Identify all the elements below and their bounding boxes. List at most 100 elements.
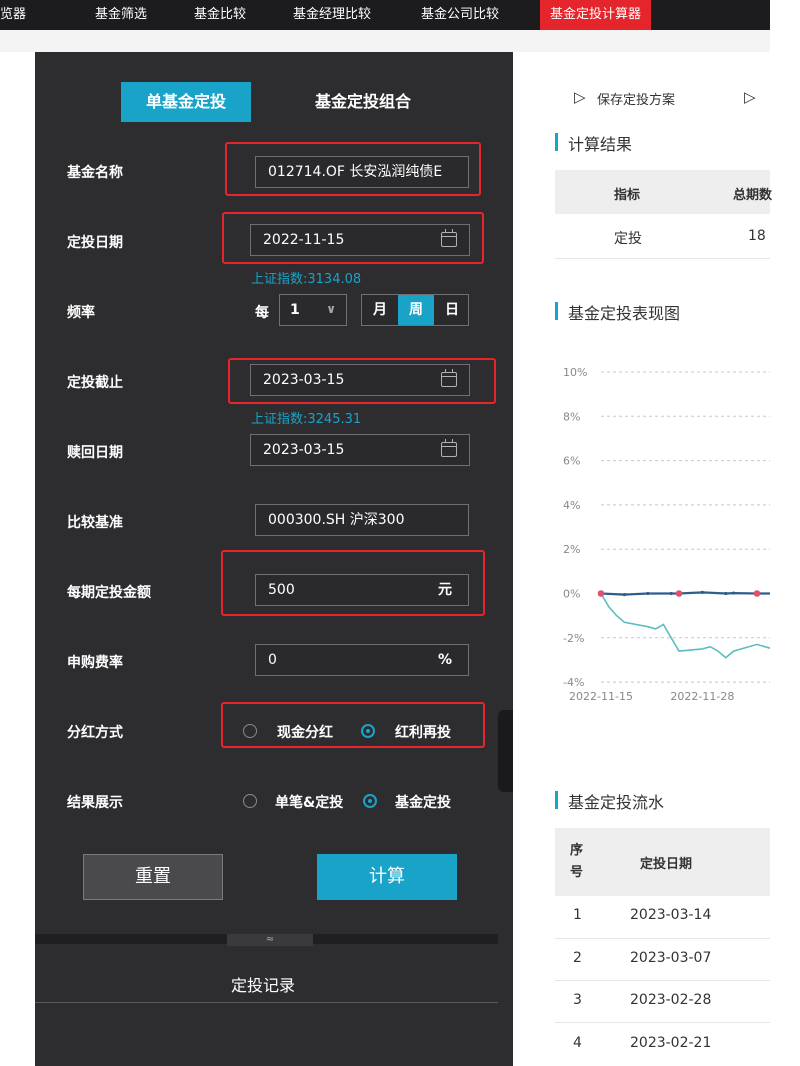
highlight-fund-name	[225, 142, 481, 196]
section-accent-bar	[555, 302, 558, 320]
top-strip	[0, 30, 770, 52]
section-accent-bar	[555, 791, 558, 809]
redeem-date-input[interactable]: 2023-03-15	[250, 434, 470, 466]
y-tick-label: -4%	[563, 676, 584, 689]
start-index-hint: 上证指数:3134.08	[251, 272, 362, 287]
row-divider	[555, 1022, 770, 1023]
reset-button[interactable]: 重置	[83, 854, 223, 900]
x-tick-label: 2022-11-15	[569, 690, 633, 703]
panel-splitter-handle[interactable]	[498, 710, 513, 792]
benchmark-value: 000300.SH 沪深300	[268, 512, 405, 528]
nav-item-sip-calculator[interactable]: 基金定投计算器	[540, 0, 652, 30]
y-tick-label: 2%	[563, 543, 580, 556]
end-index-hint: 上证指数:3245.31	[251, 412, 362, 427]
fund-name-label: 基金名称	[67, 165, 123, 181]
tab-fund-portfolio[interactable]: 基金定投组合	[293, 82, 433, 122]
flow-row-seq: 2	[573, 950, 582, 966]
fee-label: 申购费率	[67, 655, 123, 671]
nav-item-manager-compare[interactable]: 基金经理比较	[293, 0, 371, 30]
start-date-label: 定投日期	[67, 235, 123, 251]
flow-row-date: 2023-03-14	[630, 907, 712, 923]
frequency-prefix: 每	[255, 305, 269, 321]
fee-input[interactable]: 0 %	[255, 644, 469, 676]
flow-row-date: 2023-02-21	[630, 1035, 712, 1051]
frequency-count-value: 1	[290, 302, 300, 318]
sip-performance-chart: 10% 8% 6% 4% 2% 0% -2% -4%2022-11-15 2022-11-28	[563, 366, 770, 703]
freq-unit-month[interactable]: 月	[362, 295, 398, 325]
nav-item-browser[interactable]: 览器	[0, 0, 26, 30]
highlight-start-date	[222, 212, 484, 264]
benchmark-label: 比较基准	[67, 515, 123, 531]
play-icon: ▷	[574, 88, 586, 106]
collapse-handle[interactable]: ≈	[227, 934, 313, 946]
section-accent-bar	[555, 133, 558, 151]
fee-value: 0	[268, 652, 277, 668]
radio-fund-sip[interactable]	[363, 794, 377, 808]
y-tick-label: -2%	[563, 632, 584, 645]
y-tick-label: 8%	[563, 410, 580, 423]
benchmark-point	[724, 591, 728, 596]
flow-row-seq: 1	[573, 907, 582, 923]
flow-row-date: 2023-03-07	[630, 950, 712, 966]
play-icon: ▷	[744, 88, 756, 106]
display-label: 结果展示	[67, 795, 123, 811]
record-divider	[35, 1002, 498, 1003]
highlight-dividend	[221, 702, 485, 748]
fee-unit: %	[437, 652, 452, 668]
sip-record-title[interactable]: 定投记录	[231, 972, 295, 996]
chevron-down-icon: ∨	[326, 302, 336, 316]
highlight-amount	[221, 550, 485, 616]
flow-row-seq: 4	[573, 1035, 582, 1051]
fund-return-line	[600, 593, 770, 659]
y-tick-label: 0%	[563, 588, 580, 601]
sip-form-panel: 单基金定投 基金定投组合 基金名称 012714.OF 长安泓润纯债E 定投日期…	[35, 52, 513, 1066]
chart-title: 基金定投表现图	[568, 304, 681, 323]
benchmark-line	[600, 591, 770, 596]
redeem-date-value: 2023-03-15	[263, 442, 345, 458]
single-and-sip-label: 单笔&定投	[275, 795, 344, 811]
flow-row-seq: 3	[573, 992, 582, 1008]
frequency-count-select[interactable]: 1 ∨	[279, 294, 347, 326]
highlight-end-date	[228, 358, 496, 404]
top-nav-bar: 览器 基金筛选 基金比较 基金经理比较 基金公司比较 基金定投计算器	[0, 0, 770, 30]
save-plan-link[interactable]: 保存定投方案	[597, 89, 675, 108]
sip-marker-point	[753, 590, 761, 597]
benchmark-point	[622, 593, 626, 597]
benchmark-input[interactable]: 000300.SH 沪深300	[255, 504, 469, 536]
row-divider	[555, 980, 770, 981]
calculate-button[interactable]: 计算	[317, 854, 457, 900]
row-divider	[555, 258, 770, 259]
nav-item-company-compare[interactable]: 基金公司比较	[421, 0, 499, 30]
flow-col-date: 定投日期	[640, 857, 693, 872]
sip-marker-point	[597, 590, 605, 597]
freq-unit-day[interactable]: 日	[434, 295, 468, 325]
freq-unit-week[interactable]: 周	[398, 295, 434, 325]
dividend-label: 分红方式	[67, 725, 123, 741]
radio-single-and-sip[interactable]	[243, 794, 257, 808]
flow-col-seq: 序号	[570, 843, 584, 880]
end-date-label: 定投截止	[67, 375, 123, 391]
amount-label: 每期定投金额	[67, 585, 151, 601]
app-root: 览器 基金筛选 基金比较 基金经理比较 基金公司比较 基金定投计算器 单基金定投…	[0, 0, 800, 1066]
y-tick-label: 6%	[563, 455, 580, 468]
double-chevron-up-icon: ≈	[265, 934, 275, 945]
nav-item-fund-compare[interactable]: 基金比较	[194, 0, 246, 30]
y-tick-label: 10%	[563, 366, 587, 379]
benchmark-point	[646, 591, 650, 596]
x-tick-label: 2022-11-28	[670, 690, 734, 703]
result-col-indicator: 指标	[614, 188, 641, 203]
tab-single-fund[interactable]: 单基金定投	[121, 82, 251, 122]
benchmark-point	[669, 591, 673, 596]
fund-sip-label: 基金定投	[395, 795, 451, 811]
result-col-total-periods: 总期数	[733, 188, 773, 203]
row-divider	[555, 938, 770, 939]
nav-item-fund-filter[interactable]: 基金筛选	[95, 0, 147, 30]
result-row-periods: 18	[748, 228, 766, 244]
calc-result-title: 计算结果	[568, 135, 633, 154]
flow-row-date: 2023-02-28	[630, 992, 712, 1008]
frequency-unit-group: 月 周 日	[361, 294, 469, 326]
result-row-label: 定投	[614, 231, 642, 247]
calendar-icon[interactable]	[441, 439, 457, 457]
y-tick-label: 4%	[563, 499, 580, 512]
benchmark-point	[732, 591, 736, 595]
